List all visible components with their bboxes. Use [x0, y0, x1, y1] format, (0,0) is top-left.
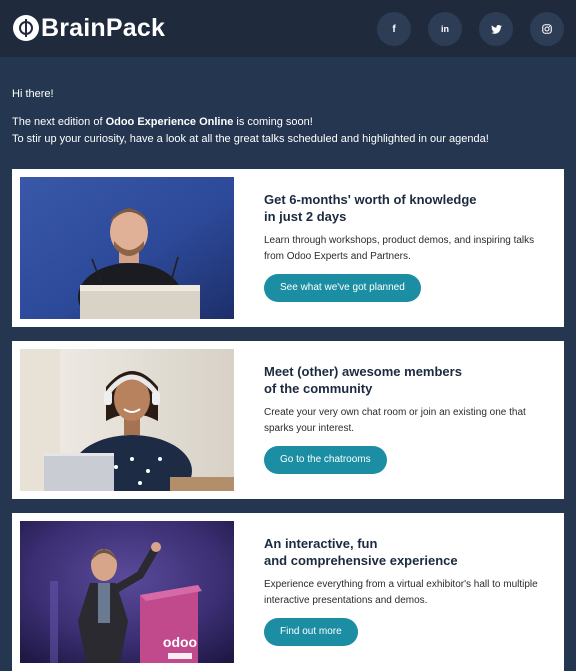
card-content: Get 6-months' worth of knowledge in just…: [264, 191, 554, 302]
community-photo: [20, 349, 234, 491]
brand-logo[interactable]: BrainPack: [13, 12, 165, 44]
card-experience: odoo An interactive, fun and comprehensi…: [12, 513, 564, 671]
see-planned-button[interactable]: See what we've got planned: [264, 274, 421, 302]
intro-line-2: To stir up your curiosity, have a look a…: [12, 133, 489, 145]
chatrooms-button[interactable]: Go to the chatrooms: [264, 446, 387, 474]
brain-icon: [13, 15, 39, 41]
instagram-button[interactable]: [530, 12, 564, 46]
card-title: Meet (other) awesome members of the comm…: [264, 364, 462, 396]
card-community: Meet (other) awesome members of the comm…: [12, 341, 564, 499]
speaker-photo: [20, 177, 234, 319]
card-description: Learn through workshops, product demos, …: [264, 235, 535, 262]
card-description: Experience everything from a virtual exh…: [264, 579, 538, 606]
linkedin-button[interactable]: in: [428, 12, 462, 46]
linkedin-icon: in: [441, 24, 449, 34]
intro-text: Hi there! The next edition of Odoo Exper…: [12, 86, 562, 148]
twitter-icon: [490, 24, 502, 34]
find-out-more-button[interactable]: Find out more: [264, 618, 358, 646]
card-content: An interactive, fun and comprehensive ex…: [264, 535, 554, 646]
twitter-button[interactable]: [479, 12, 513, 46]
card-title: Get 6-months' worth of knowledge in just…: [264, 192, 477, 224]
card-title: An interactive, fun and comprehensive ex…: [264, 536, 458, 568]
facebook-icon: f: [392, 23, 396, 35]
card-content: Meet (other) awesome members of the comm…: [264, 363, 554, 474]
facebook-button[interactable]: f: [377, 12, 411, 46]
card-description: Create your very own chat room or join a…: [264, 407, 526, 434]
presenter-photo: odoo: [20, 521, 234, 663]
brand-name: BrainPack: [41, 13, 166, 42]
event-name: Odoo Experience Online: [105, 116, 234, 128]
card-knowledge: Get 6-months' worth of knowledge in just…: [12, 169, 564, 327]
instagram-icon: [542, 24, 552, 34]
greeting: Hi there!: [12, 88, 54, 100]
header-bar: BrainPack f in: [0, 0, 576, 57]
svg-text:odoo: odoo: [163, 634, 197, 650]
intro-line-1: The next edition of Odoo Experience Onli…: [12, 116, 313, 128]
